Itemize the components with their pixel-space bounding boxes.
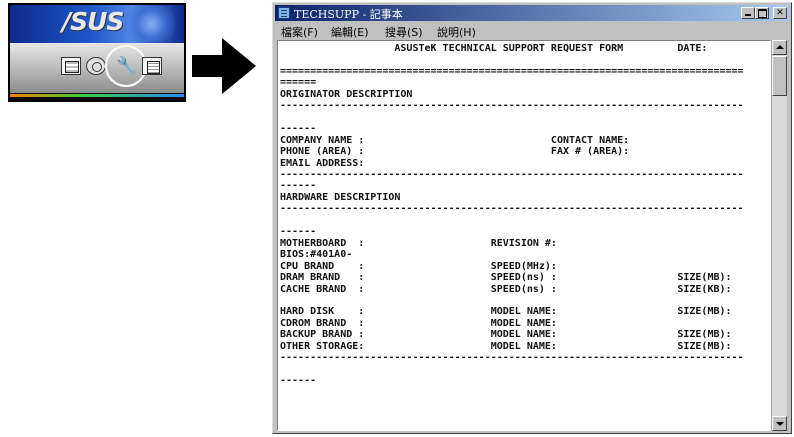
scroll-down-icon[interactable] (772, 416, 787, 431)
document-text: ASUSTeK TECHNICAL SUPPORT REQUEST FORM D… (280, 43, 744, 387)
document-line: ----------------------------------------… (280, 100, 744, 112)
document-line: HARD DISK : MODEL NAME: SIZE(MB): (280, 306, 732, 318)
launcher-panel: /SUS 🔧 (8, 3, 186, 102)
document-line: ------ (280, 180, 317, 192)
asus-logo: /SUS (62, 7, 124, 36)
scroll-thumb[interactable] (772, 56, 787, 96)
document-line: PHONE (AREA) : FAX # (AREA): (280, 146, 630, 158)
document-line: OTHER STORAGE: MODEL NAME: SIZE(MB): (280, 340, 732, 352)
document-line: EMAIL ADDRESS: (280, 157, 365, 169)
document-line: ----------------------------------------… (280, 168, 744, 180)
document-line: COMPANY NAME : CONTACT NAME: (280, 134, 630, 146)
menu-edit[interactable]: 編輯(E) (331, 24, 369, 40)
launcher-disc-icon[interactable] (86, 57, 106, 75)
scroll-up-icon[interactable] (772, 40, 787, 55)
document-line: HARDWARE DESCRIPTION (280, 191, 401, 203)
document-line: DRAM BRAND : SPEED(ns) : SIZE(MB): (280, 272, 732, 284)
document-line: CPU BRAND : SPEED(MHz): (280, 260, 557, 272)
notepad-window: TECHSUPP - 記事本 ✕ 檔案(F) 編輯(E) 搜尋(S) 說明(H)… (272, 2, 792, 434)
launcher-banner: /SUS (10, 5, 184, 43)
launcher-notes-icon[interactable] (142, 57, 162, 75)
document-line: MOTHERBOARD : REVISION #: (280, 237, 557, 249)
document-line: ----------------------------------------… (280, 352, 744, 364)
document-line: ------ (280, 226, 317, 238)
window-title: TECHSUPP - 記事本 (294, 8, 403, 21)
launcher-color-stripe (10, 94, 184, 97)
right-arrow-icon (192, 38, 256, 94)
document-line: BIOS:#401A0- (280, 249, 353, 261)
banner-swirl-graphic (130, 7, 184, 41)
document-line: ------ (280, 375, 317, 387)
text-editor[interactable]: ASUSTeK TECHNICAL SUPPORT REQUEST FORM D… (277, 40, 771, 431)
document-line: ORIGINATOR DESCRIPTION (280, 88, 413, 100)
document-line: ========================================… (280, 65, 744, 77)
document-line: CACHE BRAND : SPEED(ns) : SIZE(KB): (280, 283, 732, 295)
document-line: CDROM BRAND : MODEL NAME: (280, 317, 557, 329)
maximize-button[interactable] (755, 7, 769, 19)
highlight-circle (105, 45, 147, 87)
document-line: ----------------------------------------… (280, 203, 744, 215)
title-bar[interactable]: TECHSUPP - 記事本 ✕ (275, 5, 789, 21)
minimize-button[interactable] (741, 7, 755, 19)
document-line: BACKUP BRAND : MODEL NAME: SIZE(MB): (280, 329, 732, 341)
document-line: ====== (280, 77, 317, 89)
menu-help[interactable]: 說明(H) (437, 24, 476, 40)
document-line: ASUSTeK TECHNICAL SUPPORT REQUEST FORM D… (280, 43, 708, 54)
notepad-icon (278, 7, 290, 19)
document-line: ------ (280, 123, 317, 135)
menu-search[interactable]: 搜尋(S) (385, 24, 423, 40)
menu-file[interactable]: 檔案(F) (281, 24, 318, 40)
close-button[interactable]: ✕ (773, 7, 787, 19)
launcher-document-icon[interactable] (61, 57, 81, 75)
vertical-scrollbar[interactable] (771, 40, 787, 431)
menu-bar: 檔案(F) 編輯(E) 搜尋(S) 說明(H) (275, 23, 789, 39)
